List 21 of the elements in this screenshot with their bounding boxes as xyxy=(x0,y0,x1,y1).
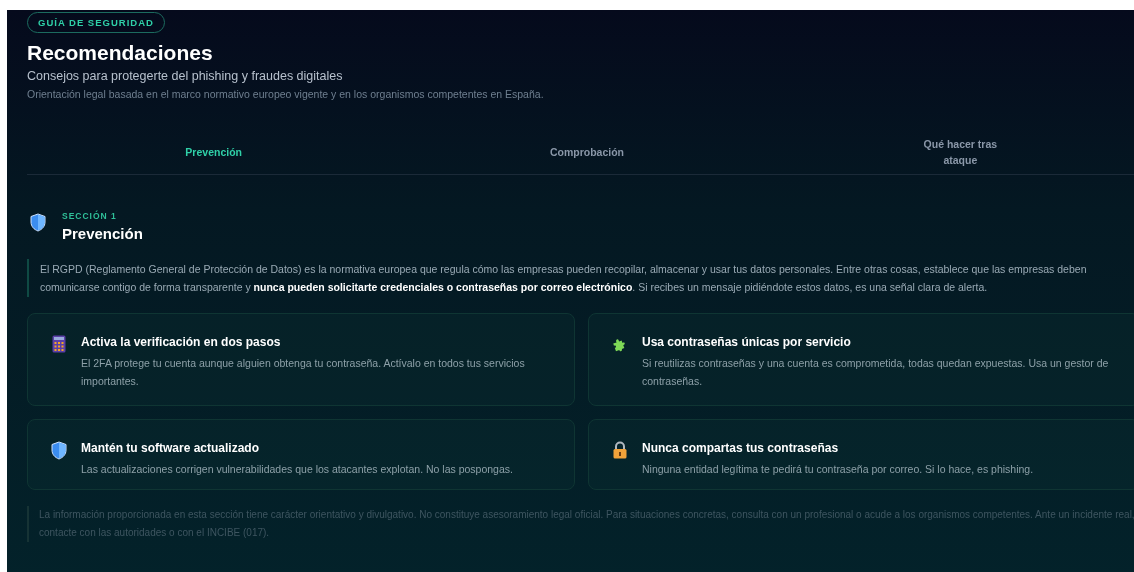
lock-icon xyxy=(612,441,628,459)
shield-icon xyxy=(51,441,67,460)
section-label: SECCIÓN 1 xyxy=(62,211,117,221)
tip-title: Activa la verificación en dos pasos xyxy=(81,335,281,349)
shield-icon xyxy=(30,212,46,232)
page-title: Recomendaciones xyxy=(27,41,213,65)
section-title: Prevención xyxy=(62,225,143,242)
intro-paragraph: El RGPD (Reglamento General de Protección de Datos) es la normativa europea que regula cómo las empresas pueden recopilar, almacenar y usar tus datos personales. Entre otras cosas, establece que las empresas deben comunicarse contigo de forma transparente y nunca pueden solicitarte credenciales o contraseñas por correo electrónico. Si recibes un mensaje pidiéndote estos datos, es una señal clara de alerta. xyxy=(27,259,1134,297)
tip-title: Usa contraseñas únicas por servicio xyxy=(642,335,851,349)
legal-note: Orientación legal basada en el marco normativo europeo vigente y en los organismos competentes en España. xyxy=(27,88,544,100)
tip-text: El 2FA protege tu cuenta aunque alguien obtenga tu contraseña. Actívalo en todos tus servicios importantes. xyxy=(81,356,526,389)
tab[interactable]: Qué hacer tras ataque xyxy=(915,136,1006,168)
tip-title: Nunca compartas tus contraseñas xyxy=(642,441,839,455)
tab[interactable]: Prevención xyxy=(185,144,242,160)
tip-text: Ninguna entidad legítima te pedirá tu contraseña por correo. Si lo hace, es phishing. xyxy=(642,462,1034,477)
tip-text: Las actualizaciones corrigen vulnerabilidades que los atacantes explotan. No las pospongas. xyxy=(81,462,513,477)
tip-title: Mantén tu software actualizado xyxy=(81,441,260,455)
tip-text: Si reutilizas contraseñas y una cuenta es comprometida, todas quedan expuestas. Usa un gestor de contraseñas. xyxy=(642,356,1110,389)
keypad-icon xyxy=(52,335,66,353)
subtitle: Consejos para protegerte del phishing y fraudes digitales xyxy=(27,69,343,83)
tab[interactable]: Comprobación xyxy=(549,144,625,160)
